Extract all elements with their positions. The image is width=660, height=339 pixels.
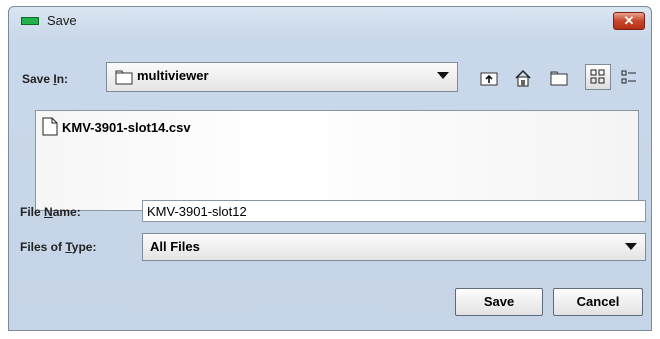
cancel-button[interactable]: Cancel — [553, 288, 643, 316]
window-title: Save — [47, 13, 77, 28]
file-name-field[interactable]: KMV-3901-slot12 — [142, 200, 646, 222]
save-button[interactable]: Save — [455, 288, 543, 316]
title-bar[interactable]: Save ✕ — [9, 7, 651, 35]
details-view-button[interactable] — [617, 66, 641, 90]
list-view-icon — [590, 69, 605, 84]
chevron-down-icon — [437, 72, 449, 79]
save-in-combo[interactable]: multiviewer — [106, 62, 458, 92]
home-icon — [515, 69, 531, 87]
save-in-value: multiviewer — [137, 68, 209, 83]
save-in-label: Save In: — [22, 72, 69, 86]
file-type-value: All Files — [150, 239, 200, 254]
file-list[interactable]: KMV-3901-slot14.csv — [35, 110, 639, 211]
file-type-label: Files of Type: — [20, 240, 97, 254]
details-view-icon — [621, 70, 636, 84]
folder-icon — [115, 70, 133, 85]
up-folder-icon — [480, 72, 498, 86]
new-folder-button[interactable] — [547, 66, 571, 90]
new-folder-icon — [550, 71, 568, 86]
chevron-down-icon — [625, 243, 637, 250]
file-type-select[interactable]: All Files — [142, 233, 646, 261]
file-icon — [42, 117, 58, 136]
close-button[interactable]: ✕ — [613, 12, 645, 30]
home-button[interactable] — [511, 66, 535, 90]
app-icon — [21, 17, 39, 25]
file-name: KMV-3901-slot14.csv — [62, 120, 191, 135]
up-folder-button[interactable] — [477, 66, 501, 90]
list-view-button[interactable] — [585, 64, 611, 90]
file-name-label: File Name: — [20, 205, 81, 219]
